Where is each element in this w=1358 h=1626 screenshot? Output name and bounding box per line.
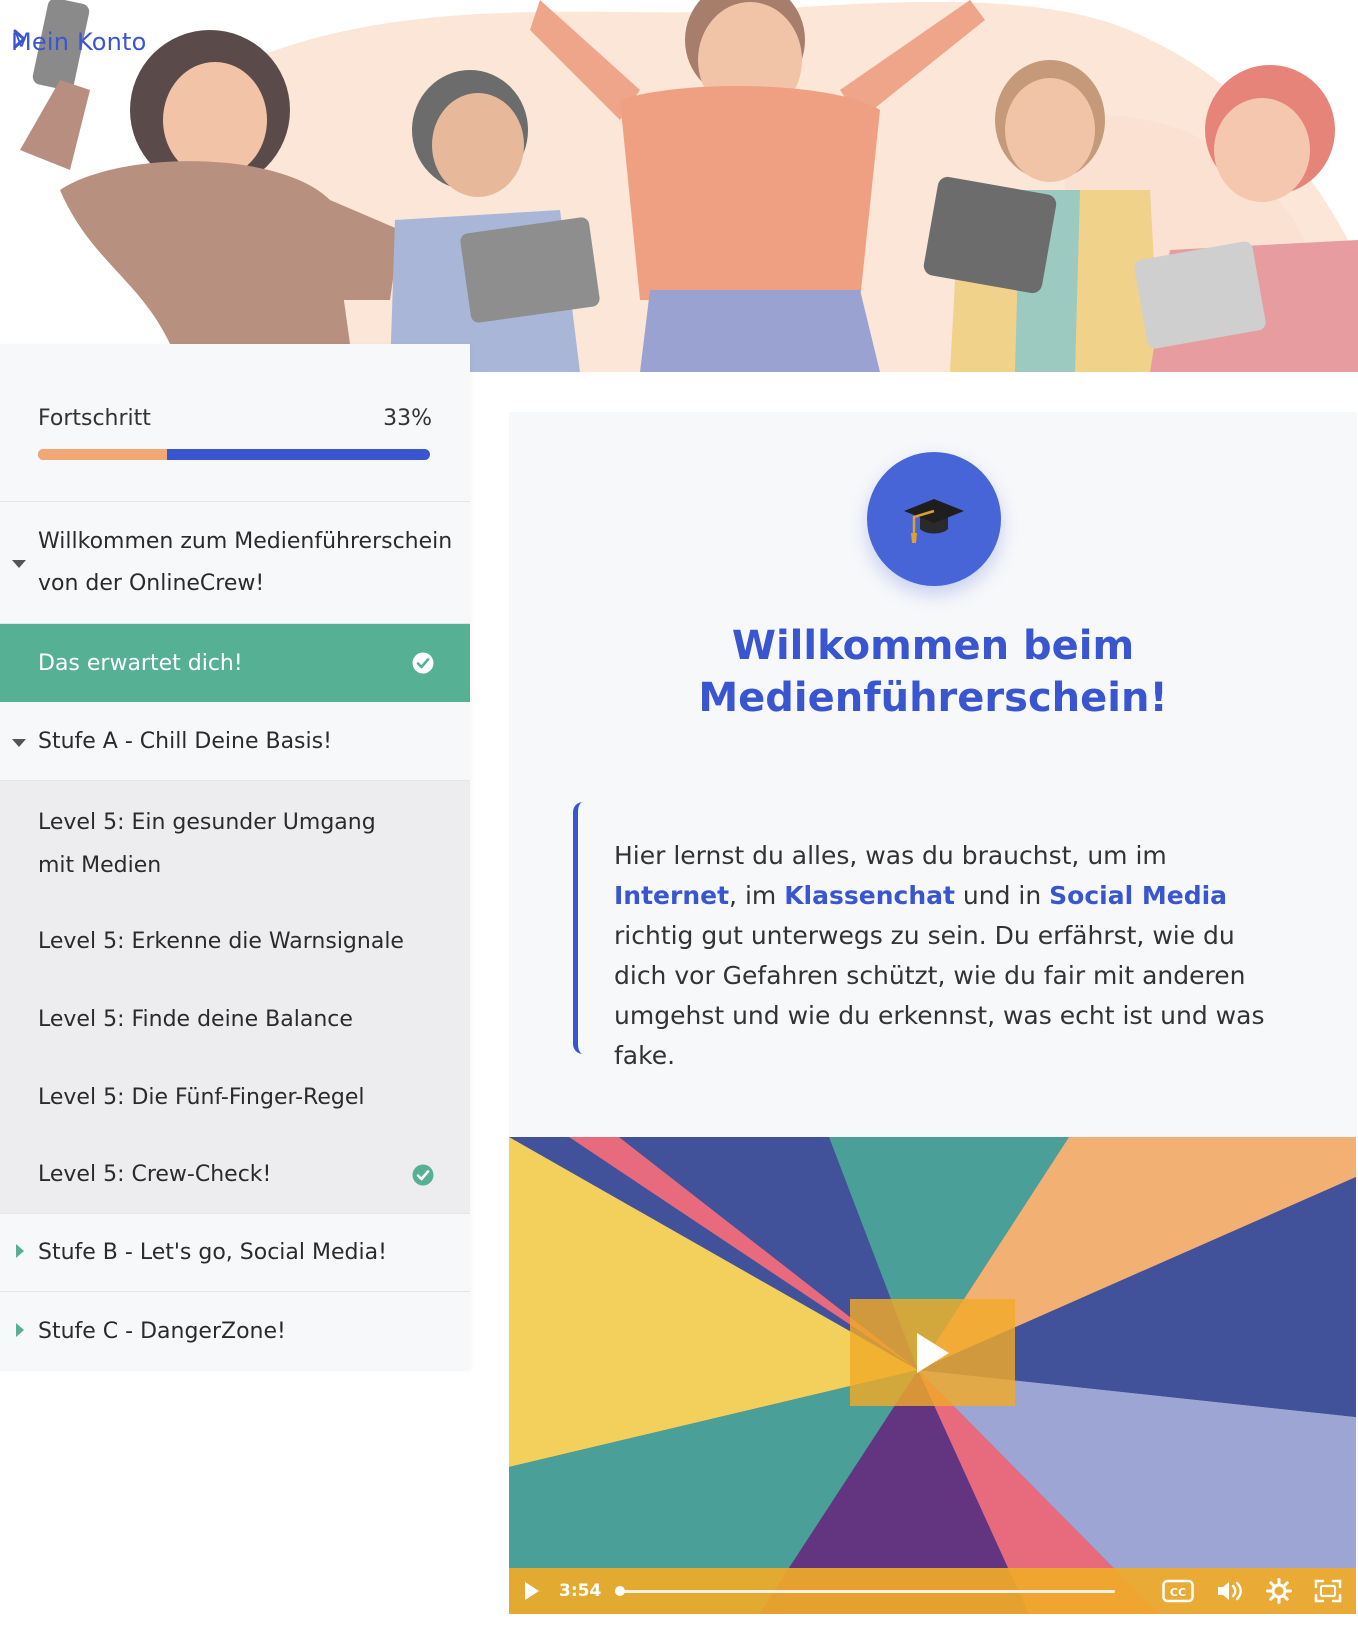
highlight-klassenchat: Klassenchat [784, 881, 955, 910]
settings-icon[interactable] [1266, 1578, 1292, 1604]
lesson-item[interactable]: Level 5: Finde deine Balance [0, 980, 470, 1058]
section-intro-label: Willkommen zum Medienführerschein von de… [38, 528, 453, 596]
highlight-social-media: Social Media [1049, 881, 1228, 910]
video-controls: 3:54 CC [509, 1568, 1356, 1614]
fullscreen-icon[interactable] [1314, 1579, 1342, 1603]
lesson-item[interactable]: Level 5: Die Fünf-Finger-Regel [0, 1058, 470, 1136]
intro-text: , im [729, 881, 785, 910]
caret-right-icon [15, 1319, 25, 1344]
lesson-item[interactable]: Level 5: Ein gesunder Umgang mit Medien [0, 781, 470, 902]
section-stufe-b-label: Stufe B - Let's go, Social Media! [38, 1240, 387, 1265]
progress-bar [38, 449, 430, 460]
caret-down-icon [11, 542, 27, 584]
welcome-card: Willkommen beim Medienführerschein! Hier… [509, 412, 1357, 1138]
check-circle-icon [412, 1164, 434, 1186]
section-stufe-c[interactable]: Stufe C - DangerZone! [0, 1292, 470, 1370]
lesson-label: Das erwartet dich! [38, 650, 243, 676]
caret-down-icon [11, 729, 27, 754]
lesson-das-erwartet-dich[interactable]: Das erwartet dich! [0, 624, 470, 702]
check-circle-icon [412, 652, 434, 674]
play-icon[interactable] [523, 1581, 541, 1601]
svg-text:CC: CC [1170, 1586, 1186, 1599]
lesson-label: Level 5: Erkenne die Warnsignale [38, 928, 404, 954]
my-account-link[interactable]: Mein Konto [11, 28, 147, 56]
breadcrumb: Mein Konto [11, 28, 187, 56]
section-stufe-a-label: Stufe A - Chill Deine Basis! [38, 728, 332, 754]
section-stufe-b[interactable]: Stufe B - Let's go, Social Media! [0, 1214, 470, 1292]
page-title-line1: Willkommen beim [731, 623, 1135, 669]
video-scrubber-knob[interactable] [615, 1585, 626, 1596]
lesson-label: Level 5: Die Fünf-Finger-Regel [38, 1084, 365, 1110]
lesson-label: Level 5: Crew-Check! [38, 1162, 272, 1187]
lesson-item[interactable]: Level 5: Erkenne die Warnsignale [0, 902, 470, 980]
intro-text: richtig gut unterwegs zu sein. Du erfähr… [614, 921, 1265, 1070]
chevron-right-icon [13, 29, 187, 53]
progress-bar-fill [38, 449, 168, 460]
section-stufe-a[interactable]: Stufe A - Chill Deine Basis! [0, 702, 470, 781]
course-sidebar: Fortschritt 33% Willkommen zum Medienfüh… [0, 344, 470, 1371]
lesson-list-stufe-a: Level 5: Ein gesunder Umgang mit Medien … [0, 781, 470, 1214]
lesson-item[interactable]: Level 5: Crew-Check! [0, 1136, 470, 1214]
cc-icon[interactable]: CC [1162, 1579, 1194, 1603]
highlight-internet: Internet [614, 881, 730, 910]
graduation-cap-badge [867, 452, 1001, 586]
lesson-label: Level 5: Finde deine Balance [38, 1006, 353, 1032]
volume-icon[interactable] [1216, 1580, 1244, 1602]
caret-right-icon [15, 1240, 25, 1265]
progress-label: Fortschritt [38, 406, 151, 431]
video-scrubber[interactable] [615, 1585, 1116, 1596]
progress-percent: 33% [383, 406, 432, 431]
intro-text: und in [954, 881, 1050, 910]
hero-banner: Mein Konto [0, 0, 1358, 372]
intro-text: Hier lernst du alles, was du brauchst, u… [614, 841, 1167, 870]
section-intro[interactable]: Willkommen zum Medienführerschein von de… [0, 502, 470, 624]
graduation-cap-icon [904, 499, 964, 543]
intro-quote: Hier lernst du alles, was du brauchst, u… [573, 802, 1273, 1070]
page-title: Willkommen beim Medienführerschein! [509, 620, 1357, 724]
play-icon [916, 1332, 949, 1373]
lesson-label: Level 5: Ein gesunder Umgang mit Medien [38, 809, 376, 878]
progress-block: Fortschritt 33% [0, 344, 470, 502]
play-button[interactable] [850, 1299, 1015, 1406]
video-player[interactable]: 3:54 CC [509, 1137, 1356, 1614]
section-stufe-c-label: Stufe C - DangerZone! [38, 1318, 286, 1344]
page-title-line2: Medienführerschein! [698, 675, 1168, 721]
video-duration: 3:54 [559, 1581, 602, 1601]
hero-illustration [0, 0, 1358, 372]
